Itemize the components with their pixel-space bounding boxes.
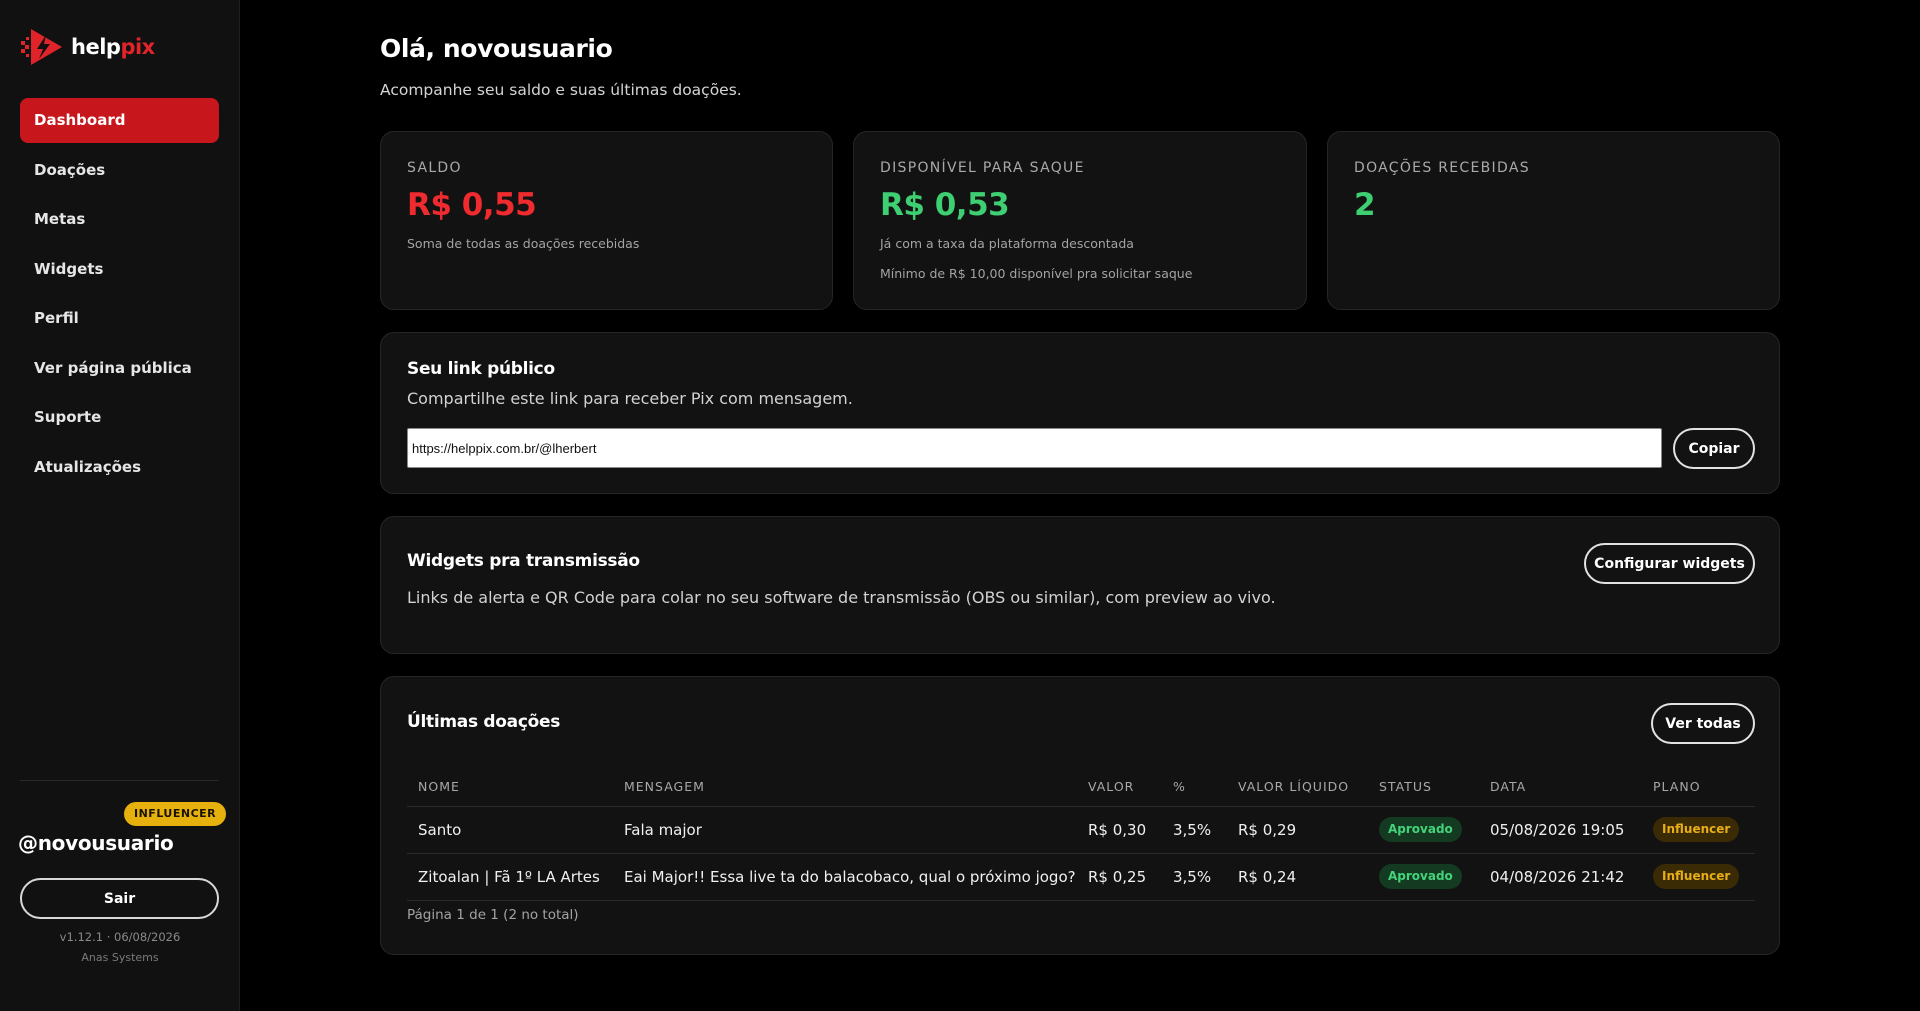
col-header-plano[interactable]: PLANO: [1642, 767, 1755, 807]
col-header-data[interactable]: DATA: [1479, 767, 1642, 807]
table-row[interactable]: Zitoalan | Fã 1º LA Artes Eai Major!! Es…: [407, 853, 1755, 901]
cell-data: 04/08/2026 21:42: [1479, 853, 1642, 901]
public-link-title: Seu link público: [407, 359, 555, 379]
widgets-description: Links de alerta e QR Code para colar no …: [407, 588, 1276, 607]
cell-data: 05/08/2026 19:05: [1479, 806, 1642, 854]
disponivel-label: DISPONÍVEL PARA SAQUE: [880, 160, 1085, 176]
page-subtitle: Acompanhe seu saldo e suas últimas doaçõ…: [380, 81, 742, 99]
cell-nome: Santo: [407, 806, 613, 854]
doacoes-recebidas-value: 2: [1354, 187, 1376, 223]
cell-plano: Influencer: [1642, 806, 1755, 854]
sidebar-item-ver-pagina-publica[interactable]: Ver página pública: [20, 346, 219, 391]
cell-nome: Zitoalan | Fã 1º LA Artes: [407, 853, 613, 901]
sidebar-item-metas[interactable]: Metas: [20, 197, 219, 242]
donations-table: NOME MENSAGEM VALOR % VALOR LÍQUIDO STAT…: [407, 767, 1755, 901]
cell-mensagem: Eai Major!! Essa live ta do balacobaco, …: [613, 853, 1077, 901]
saldo-card: SALDO R$ 0,55 Soma de todas as doações r…: [380, 131, 833, 310]
table-row[interactable]: Santo Fala major R$ 0,30 3,5% R$ 0,29 Ap…: [407, 806, 1755, 854]
plan-badge: Influencer: [1653, 817, 1740, 842]
disponivel-value: R$ 0,53: [880, 187, 1010, 223]
sidebar-username: @novousuario: [18, 831, 174, 855]
col-header-valor-liquido[interactable]: VALOR LÍQUIDO: [1227, 767, 1368, 807]
company-name: Anas Systems: [81, 951, 159, 964]
status-badge: Aprovado: [1379, 817, 1462, 842]
disponivel-card: DISPONÍVEL PARA SAQUE R$ 0,53 Já com a t…: [853, 131, 1307, 310]
col-header-status[interactable]: STATUS: [1368, 767, 1479, 807]
configure-widgets-button[interactable]: Configurar widgets: [1584, 543, 1755, 584]
plan-badge: Influencer: [1653, 864, 1740, 889]
sidebar-divider: [20, 780, 219, 781]
status-badge: Aprovado: [1379, 864, 1462, 889]
public-link-input[interactable]: [407, 428, 1662, 468]
sidebar-item-widgets[interactable]: Widgets: [20, 247, 219, 292]
plan-badge: INFLUENCER: [124, 802, 227, 826]
cell-status: Aprovado: [1368, 806, 1479, 854]
cell-percent: 3,5%: [1162, 806, 1227, 854]
col-header-mensagem[interactable]: MENSAGEM: [613, 767, 1077, 807]
cell-valor: R$ 0,25: [1077, 853, 1162, 901]
saldo-label: SALDO: [407, 160, 462, 176]
disponivel-note-minimo: Mínimo de R$ 10,00 disponível pra solici…: [880, 266, 1193, 281]
col-header-valor[interactable]: VALOR: [1077, 767, 1162, 807]
pagination-info: Página 1 de 1 (2 no total): [407, 907, 579, 923]
cell-percent: 3,5%: [1162, 853, 1227, 901]
play-bolt-icon: [21, 29, 62, 65]
cell-mensagem: Fala major: [613, 806, 1077, 854]
col-header-nome[interactable]: NOME: [407, 767, 613, 807]
brand-logo[interactable]: helppix: [19, 24, 155, 70]
view-all-donations-button[interactable]: Ver todas: [1651, 703, 1755, 744]
sidebar-item-doacoes[interactable]: Doações: [20, 148, 219, 193]
logout-button[interactable]: Sair: [20, 878, 219, 919]
donations-header-row: NOME MENSAGEM VALOR % VALOR LÍQUIDO STAT…: [407, 767, 1755, 807]
sidebar-item-dashboard[interactable]: Dashboard: [20, 98, 219, 143]
sidebar: helppix Dashboard Doações Metas Widgets …: [0, 0, 240, 1011]
sidebar-item-perfil[interactable]: Perfil: [20, 296, 219, 341]
latest-donations-title: Últimas doações: [407, 712, 561, 732]
doacoes-recebidas-card: DOAÇÕES RECEBIDAS 2: [1327, 131, 1780, 310]
sidebar-item-suporte[interactable]: Suporte: [20, 395, 219, 440]
doacoes-recebidas-label: DOAÇÕES RECEBIDAS: [1354, 160, 1530, 176]
cell-plano: Influencer: [1642, 853, 1755, 901]
public-link-description: Compartilhe este link para receber Pix c…: [407, 389, 853, 408]
cell-status: Aprovado: [1368, 853, 1479, 901]
cell-valor-liquido: R$ 0,24: [1227, 853, 1368, 901]
page-title: Olá, novousuario: [380, 34, 613, 63]
cell-valor: R$ 0,30: [1077, 806, 1162, 854]
widgets-card: Widgets pra transmissão Links de alerta …: [380, 516, 1780, 654]
widgets-title: Widgets pra transmissão: [407, 551, 640, 571]
public-link-card: Seu link público Compartilhe este link p…: [380, 332, 1780, 494]
latest-donations-card: Últimas doações Ver todas NOME MENSAGEM …: [380, 676, 1780, 955]
cell-valor-liquido: R$ 0,29: [1227, 806, 1368, 854]
col-header-percent[interactable]: %: [1162, 767, 1227, 807]
copy-link-button[interactable]: Copiar: [1673, 428, 1755, 469]
disponivel-note-taxa: Já com a taxa da plataforma descontada: [880, 236, 1134, 251]
sidebar-nav: Dashboard Doações Metas Widgets Perfil V…: [20, 98, 219, 494]
brand-name: helppix: [71, 35, 155, 59]
app-version: v1.12.1 · 06/08/2026: [59, 930, 181, 944]
saldo-note: Soma de todas as doações recebidas: [407, 236, 640, 251]
sidebar-item-atualizacoes[interactable]: Atualizações: [20, 445, 219, 490]
saldo-value: R$ 0,55: [407, 187, 537, 223]
